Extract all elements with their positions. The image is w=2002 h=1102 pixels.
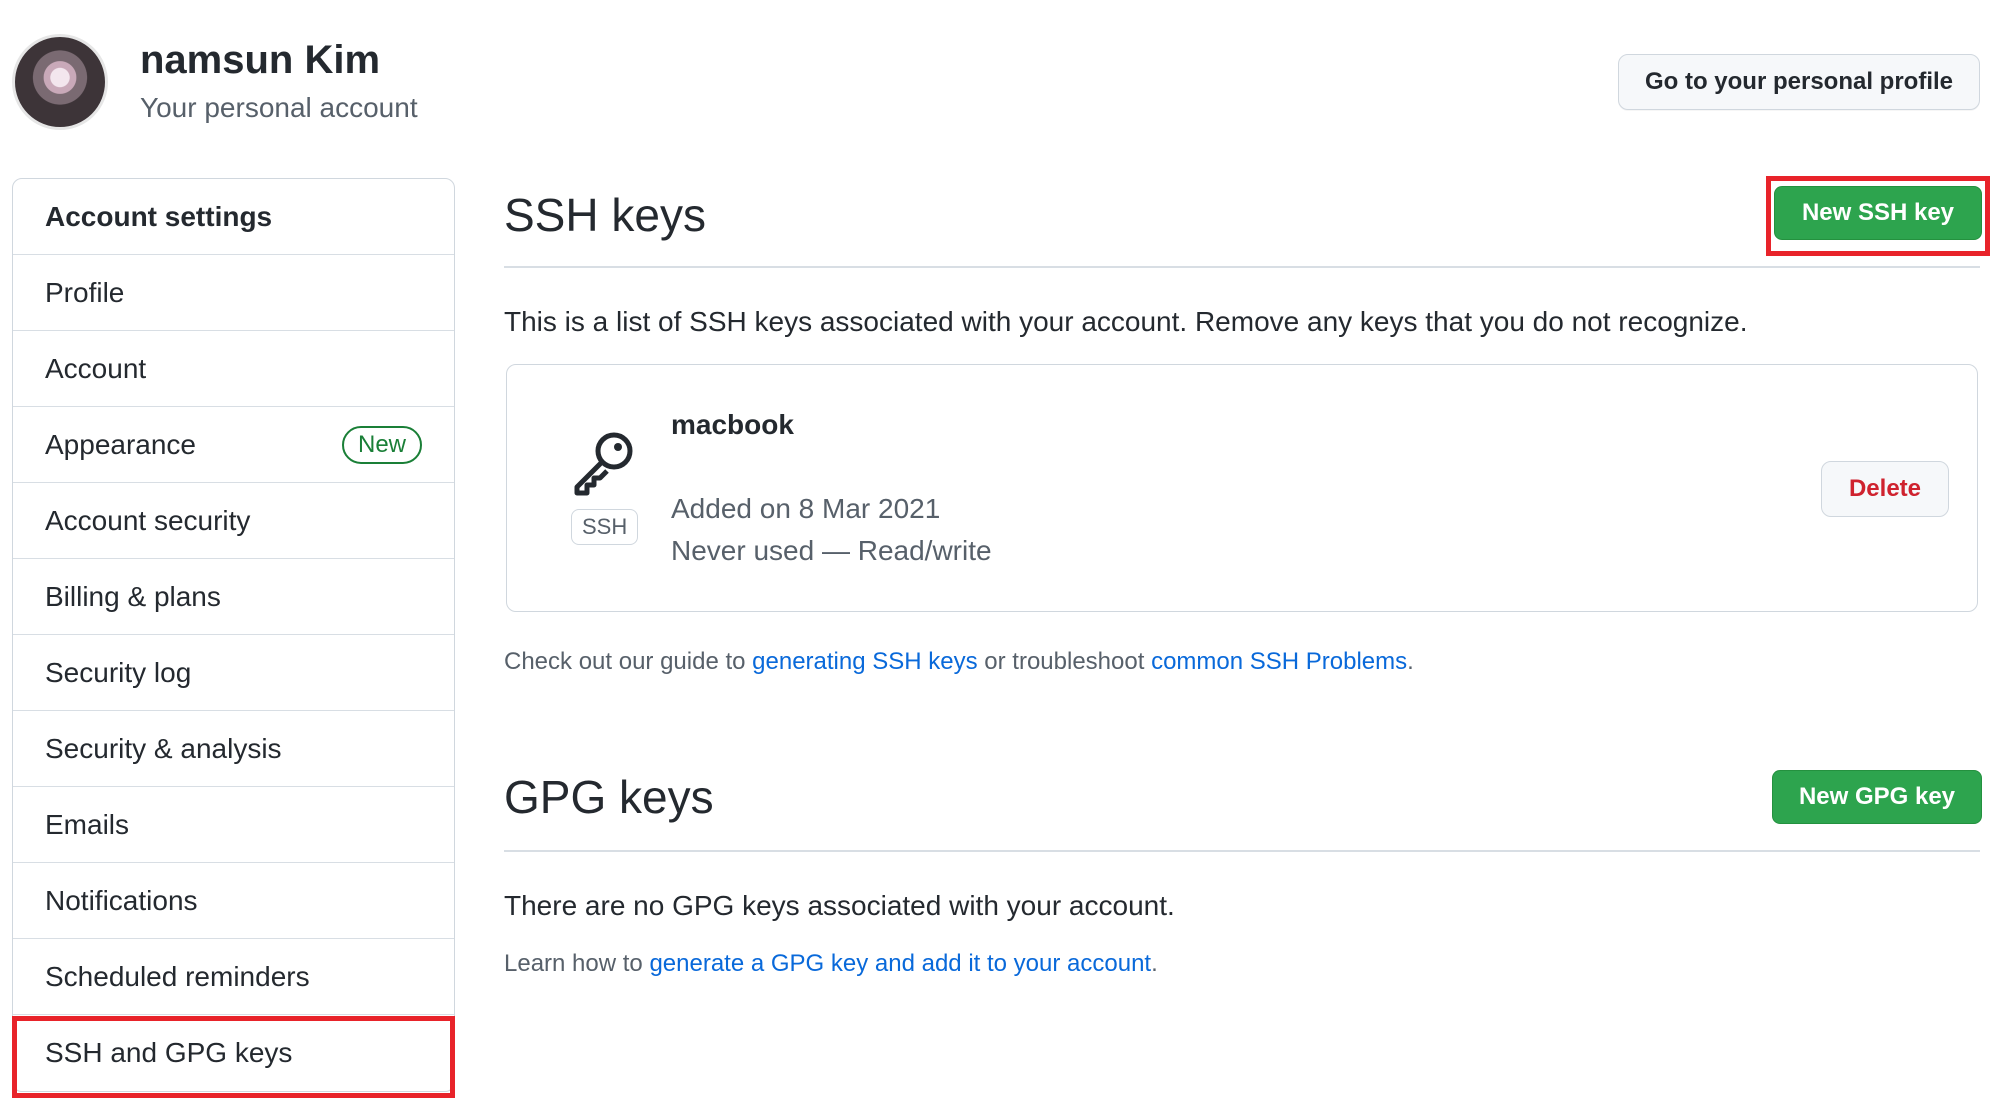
ssh-description: This is a list of SSH keys associated wi… [504,306,1748,337]
key-name: macbook [671,409,794,440]
common-ssh-problems-link[interactable]: common SSH Problems [1151,648,1407,675]
ssh-guide-prefix: Check out our guide to [504,648,753,675]
gpg-learn-prefix: Learn how to [504,950,650,977]
gpg-learn-text: Learn how to generate a GPG key and add … [504,950,1158,978]
ssh-type-tag: SSH [571,509,639,545]
new-badge: New [341,425,422,464]
sidebar-item-label: Emails [45,808,130,840]
new-gpg-key-button[interactable]: New GPG key [1772,770,1982,824]
sidebar-item-label: Account security [45,504,251,536]
sidebar-item-profile[interactable]: Profile [13,255,454,331]
sidebar-item-label: Security log [45,656,192,688]
sidebar-item-notifications[interactable]: Notifications [13,863,454,939]
generating-ssh-keys-link[interactable]: generating SSH keys [752,648,977,675]
sidebar-item-label: Profile [45,276,125,308]
generate-gpg-key-link[interactable]: generate a GPG key and add it to your ac… [649,950,1151,977]
ssh-guide-middle: or troubleshoot [977,648,1152,675]
avatar[interactable] [12,34,108,130]
sidebar-item-label: Account [45,352,147,384]
ssh-divider [504,266,1980,268]
settings-page: namsun Kim Your personal account Go to y… [0,0,2002,1102]
ssh-key-card: SSH macbook Added on 8 Mar 2021 Never us… [506,364,1978,612]
gpg-keys-title: GPG keys [504,771,714,823]
key-added-date: Added on 8 Mar 2021 [671,493,941,524]
gpg-divider [504,850,1980,852]
gpg-learn-suffix: . [1151,950,1158,977]
sidebar-item-scheduled-reminders[interactable]: Scheduled reminders [13,939,454,1015]
key-usage-status: Never used — Read/write [671,535,992,566]
settings-sidebar: Account settings Profile Account Appeara… [12,178,455,1092]
sidebar-heading-label: Account settings [45,200,273,232]
gpg-description: There are no GPG keys associated with yo… [504,890,1175,921]
sidebar-item-billing[interactable]: Billing & plans [13,559,454,635]
delete-key-button[interactable]: Delete [1821,461,1949,517]
ssh-guide-text: Check out our guide to generating SSH ke… [504,648,1414,676]
user-subtitle: Your personal account [140,92,418,123]
ssh-guide-suffix: . [1407,648,1414,675]
sidebar-item-label: Appearance [45,428,197,460]
sidebar-item-label: Notifications [45,884,198,916]
sidebar-item-emails[interactable]: Emails [13,787,454,863]
sidebar-item-label: Scheduled reminders [45,960,310,992]
sidebar-item-security-log[interactable]: Security log [13,635,454,711]
sidebar-heading: Account settings [13,179,454,255]
sidebar-item-security-analysis[interactable]: Security & analysis [13,711,454,787]
user-name: namsun Kim [140,38,381,82]
sidebar-item-label: Security & analysis [45,732,282,764]
key-icon [574,432,633,496]
go-to-profile-button[interactable]: Go to your personal profile [1618,54,1980,110]
sidebar-item-label: Billing & plans [45,580,221,612]
sidebar-item-account-security[interactable]: Account security [13,483,454,559]
sidebar-item-account[interactable]: Account [13,331,454,407]
highlight-box-new-ssh [1766,176,1990,256]
sidebar-item-appearance[interactable]: Appearance New [13,407,454,483]
highlight-box-sidebar [12,1016,455,1098]
ssh-keys-title: SSH keys [504,189,706,241]
